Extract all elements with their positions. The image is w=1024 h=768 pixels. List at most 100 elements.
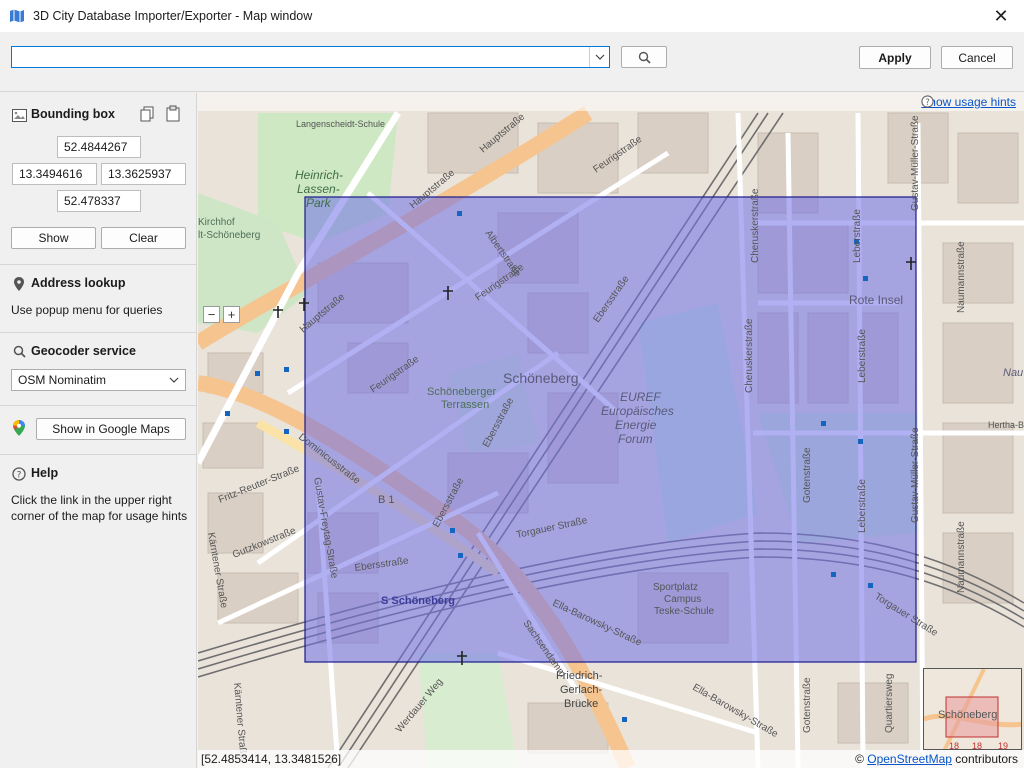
help-text-line1: Click the link in the upper right — [11, 493, 172, 507]
map-label-station: S Schöneberg — [381, 595, 455, 607]
google-maps-icon — [11, 420, 27, 436]
close-icon: ✕ — [993, 5, 1009, 26]
map-label-district: Schöneberg — [503, 370, 579, 386]
show-usage-hints-label[interactable]: Show usage hints — [921, 95, 1016, 109]
paste-icon[interactable] — [166, 105, 180, 122]
toolbar: Apply Cancel — [0, 32, 1024, 92]
address-lookup-title: Address lookup — [31, 276, 126, 290]
search-button[interactable] — [621, 46, 667, 68]
map-canvas[interactable]: Schöneberg EUREF Europäisches Energie Fo… — [198, 93, 1024, 768]
east-field[interactable]: 13.3625937 — [101, 163, 186, 185]
svg-text:?: ? — [926, 98, 931, 108]
help-icon: ? — [921, 95, 934, 108]
map-label-kirchhof: lt-Schöneberg — [198, 230, 260, 241]
copy-icon[interactable] — [140, 106, 154, 122]
bounding-box-icon — [11, 107, 27, 123]
map-label-euref: Forum — [618, 432, 653, 446]
map-label-school: Langenscheidt-Schule — [296, 119, 385, 129]
street-label: Leberstraße — [852, 209, 863, 263]
zoom-controls: − + — [203, 306, 240, 323]
map-label-nau: Nau — [1003, 367, 1023, 379]
map-label-terrassen: Schöneberger — [427, 386, 496, 398]
show-bbox-button[interactable]: Show — [11, 227, 96, 249]
map-label-sportplatz: Campus — [664, 594, 701, 605]
show-in-google-maps-button[interactable]: Show in Google Maps — [36, 418, 186, 440]
map-label-park: Park — [306, 196, 332, 210]
map-label-rote-insel: Rote Insel — [849, 293, 903, 307]
map-label-park: Lassen- — [297, 182, 340, 196]
left-panel: Bounding box 52.4844267 13.3494616 13.36… — [0, 93, 197, 768]
help-text-line2: corner of the map for usage hints — [11, 509, 188, 523]
zoom-out-button[interactable]: − — [203, 306, 220, 323]
chevron-down-icon — [169, 377, 179, 383]
search-icon — [11, 343, 27, 359]
map-label-euref: Europäisches — [601, 404, 674, 418]
cancel-button[interactable]: Cancel — [941, 46, 1013, 69]
street-label: Cheruskerstraße — [744, 318, 755, 393]
chevron-down-icon — [595, 54, 604, 60]
bounding-box-overlay[interactable] — [304, 196, 917, 663]
minimap-label: 19 — [998, 741, 1008, 750]
street-label: Gustav-Müller-Straße — [910, 115, 921, 211]
map-label-sportplatz: Teske-Schule — [654, 606, 714, 617]
hint-bar — [198, 93, 1024, 111]
search-input[interactable] — [12, 47, 589, 67]
bounding-box-title: Bounding box — [31, 107, 116, 121]
clear-bbox-button[interactable]: Clear — [101, 227, 186, 249]
west-field[interactable]: 13.3494616 — [12, 163, 97, 185]
street-label: Quartiersweg — [884, 674, 895, 733]
street-label: Leberstraße — [857, 329, 868, 383]
map-pin-icon — [11, 276, 27, 292]
window-title: 3D City Database Importer/Exporter - Map… — [33, 9, 313, 23]
map-app-icon — [10, 9, 24, 23]
geocoder-title: Geocoder service — [31, 344, 136, 358]
apply-button[interactable]: Apply — [859, 46, 931, 69]
map-label-bridge: Gerlach- — [560, 684, 603, 696]
south-field[interactable]: 52.478337 — [57, 190, 141, 212]
street-label: Naumannstraße — [956, 241, 967, 313]
geocoder-selected-value: OSM Nominatim — [18, 373, 107, 387]
zoom-in-button[interactable]: + — [223, 306, 240, 323]
close-window-button[interactable]: ✕ — [978, 0, 1024, 32]
search-combobox[interactable] — [11, 46, 610, 68]
north-field[interactable]: 52.4844267 — [57, 136, 141, 158]
address-lookup-section: Address lookup Use popup menu for querie… — [0, 265, 197, 332]
bounding-box-section: Bounding box 52.4844267 13.3494616 13.36… — [0, 93, 197, 265]
map-label-park: Heinrich- — [295, 168, 343, 182]
cursor-coordinates: [52.4853414, 13.3481526] — [201, 752, 342, 766]
map-label-euref: Energie — [615, 418, 657, 432]
geocoder-section: Geocoder service OSM Nominatim — [0, 333, 197, 405]
street-label: Gotenstraße — [802, 447, 813, 503]
address-lookup-hint: Use popup menu for queries — [11, 303, 163, 317]
openstreetmap-link[interactable]: OpenStreetMap — [867, 752, 952, 766]
magnifier-icon — [638, 51, 651, 64]
street-label: Gotenstraße — [802, 677, 813, 733]
help-icon: ? — [11, 466, 27, 482]
show-usage-hints-link[interactable]: ? Show usage hints — [921, 95, 1016, 109]
map-label-bridge: Brücke — [564, 698, 598, 710]
map-view[interactable]: Schöneberg EUREF Europäisches Energie Fo… — [198, 93, 1024, 768]
street-label: Naumannstraße — [956, 521, 967, 593]
street-label: Cheruskerstraße — [750, 188, 761, 263]
svg-text:?: ? — [17, 471, 22, 481]
map-label-terrassen: Terrassen — [441, 399, 489, 411]
map-label-kirchhof: Kirchhof — [198, 217, 235, 228]
title-bar: 3D City Database Importer/Exporter - Map… — [0, 0, 1024, 32]
map-attribution: © OpenStreetMap contributors — [855, 752, 1018, 766]
map-label-hertha: Hertha-Blo — [988, 420, 1024, 430]
map-label-euref: EUREF — [620, 390, 661, 404]
street-label: Leberstraße — [857, 479, 868, 533]
minimap-label: 18 — [949, 741, 959, 750]
street-label: Gustav-Müller-Straße — [910, 427, 921, 523]
road-shield-b1: B 1 — [378, 494, 395, 506]
minimap-label: 18 — [972, 741, 982, 750]
minimap-label: Schöneberg — [938, 709, 997, 721]
search-dropdown-button[interactable] — [589, 47, 609, 67]
help-title: Help — [31, 466, 59, 480]
map-statusbar: [52.4853414, 13.3481526] © OpenStreetMap… — [198, 750, 1024, 768]
map-label-sportplatz: Sportplatz — [653, 582, 698, 593]
help-section: ? Help Click the link in the upper right… — [0, 455, 197, 545]
geocoder-select[interactable]: OSM Nominatim — [11, 369, 186, 391]
overview-minimap[interactable]: Schöneberg 18 18 19 — [923, 668, 1022, 750]
google-maps-section: Show in Google Maps — [0, 406, 197, 454]
